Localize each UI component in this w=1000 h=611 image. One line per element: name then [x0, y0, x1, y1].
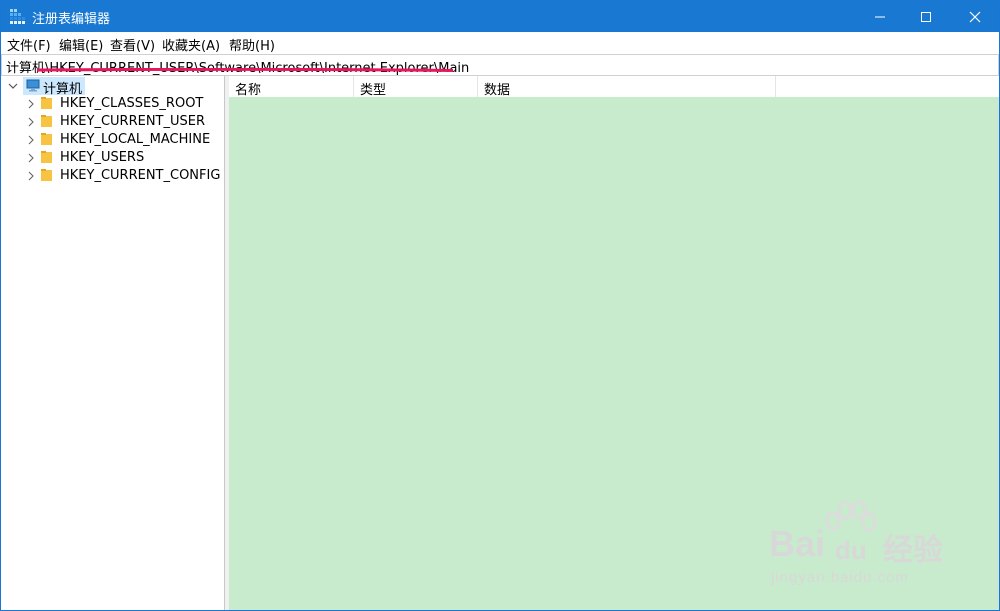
tree-label: HKEY_CURRENT_CONFIG: [60, 168, 221, 183]
menu-file[interactable]: 文件(F): [7, 35, 51, 54]
tree-label: HKEY_CLASSES_ROOT: [60, 96, 204, 111]
folder-icon: [41, 97, 52, 109]
menu-bar: 文件(F) 编辑(E) 查看(V) 收藏夹(A) 帮助(H): [1, 32, 999, 54]
chevron-right-icon[interactable]: [27, 153, 35, 163]
folder-icon: [41, 133, 52, 145]
address-path[interactable]: 计算机\HKEY_CURRENT_USER\Software\Microsoft…: [6, 57, 469, 76]
tree-item-hkey-classes-root[interactable]: HKEY_CLASSES_ROOT: [1, 95, 223, 113]
regedit-icon: [10, 9, 25, 24]
key-tree: 计算机 HKEY_CLASSES_ROOT HKEY_CURRENT_USER …: [1, 76, 225, 610]
tree-item-hkey-local-machine[interactable]: HKEY_LOCAL_MACHINE: [1, 131, 223, 149]
column-label: 名称: [235, 83, 262, 98]
column-label: 类型: [360, 83, 387, 98]
folder-icon: [41, 151, 52, 163]
maximize-icon: [921, 12, 931, 22]
tree-item-hkey-current-config[interactable]: HKEY_CURRENT_CONFIG: [1, 167, 223, 185]
menu-favorites[interactable]: 收藏夹(A): [162, 35, 220, 54]
tree-item-computer[interactable]: 计算机: [1, 77, 223, 97]
column-header-type[interactable]: 类型: [354, 76, 478, 98]
folder-icon: [41, 115, 52, 127]
tree-label: HKEY_USERS: [60, 150, 145, 165]
regedit-window: 注册表编辑器 文件(F) 编辑(E) 查看(V) 收藏夹(A) 帮助(H) 计算…: [0, 0, 1000, 611]
address-bar[interactable]: 计算机\HKEY_CURRENT_USER\Software\Microsoft…: [1, 54, 999, 76]
column-header-data[interactable]: 数据: [478, 76, 776, 98]
tree-label: HKEY_CURRENT_USER: [60, 114, 206, 129]
folder-icon: [41, 169, 52, 181]
minimize-button[interactable]: [857, 1, 903, 32]
menu-help[interactable]: 帮助(H): [229, 35, 275, 54]
chevron-down-icon[interactable]: [8, 82, 18, 90]
column-label: 数据: [484, 83, 511, 98]
maximize-button[interactable]: [903, 1, 949, 32]
menu-edit[interactable]: 编辑(E): [59, 35, 103, 54]
chevron-right-icon[interactable]: [27, 99, 35, 109]
watermark-brand-tail: du: [835, 535, 867, 565]
tree-item-hkey-users[interactable]: HKEY_USERS: [1, 149, 223, 167]
chevron-right-icon[interactable]: [27, 117, 35, 127]
computer-icon: [26, 79, 40, 92]
list-header: 名称 类型 数据: [229, 76, 999, 98]
window-title: 注册表编辑器: [32, 12, 111, 27]
close-button[interactable]: [952, 1, 998, 32]
chevron-right-icon[interactable]: [27, 171, 35, 181]
tree-item-hkey-current-user[interactable]: HKEY_CURRENT_USER: [1, 113, 223, 131]
watermark-brand: Bai: [769, 523, 826, 564]
minimize-icon: [875, 16, 885, 18]
watermark-url: jingyan.baidu.com: [771, 569, 909, 586]
tree-label: HKEY_LOCAL_MACHINE: [60, 132, 211, 147]
highlight-underline: [37, 68, 453, 72]
close-icon: [969, 11, 981, 23]
column-header-name[interactable]: 名称: [229, 76, 354, 98]
baidu-jingyan-watermark: Bai du 经验 jingyan.baidu.com: [761, 501, 991, 601]
title-bar[interactable]: 注册表编辑器: [1, 1, 999, 32]
chevron-right-icon[interactable]: [27, 135, 35, 145]
watermark-suffix: 经验: [883, 534, 943, 567]
menu-view[interactable]: 查看(V): [110, 35, 155, 54]
